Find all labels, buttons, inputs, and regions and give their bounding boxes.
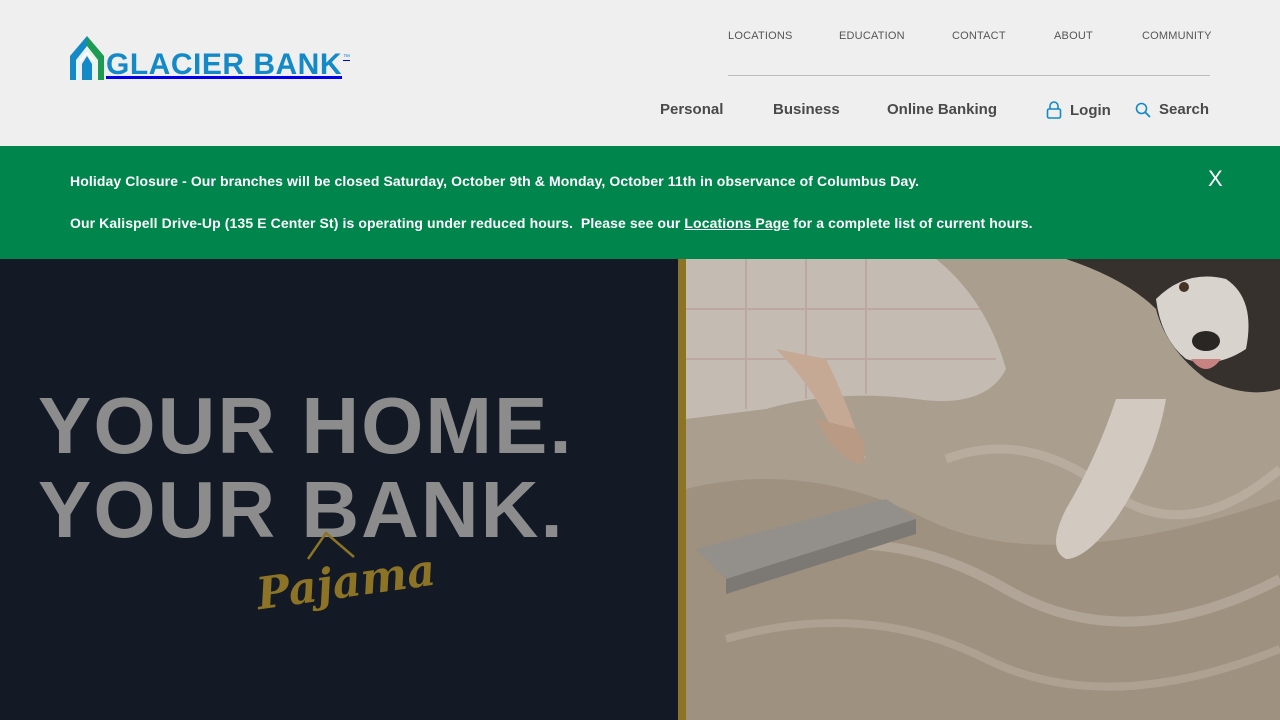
glacier-mountain-logo-icon [70, 36, 104, 80]
nav-search-label: Search [1159, 101, 1210, 118]
utility-nav: LOCATIONS EDUCATION CONTACT ABOUT COMMUN… [728, 30, 1212, 46]
alert-line-kalispell: Our Kalispell Drive-Up (135 E Center St)… [70, 215, 1033, 231]
holiday-alert-banner: Holiday Closure - Our branches will be c… [0, 146, 1280, 259]
main-nav: Personal Business Online Banking Login S… [0, 101, 1280, 123]
alert-line2-text: Our Kalispell Drive-Up (135 E Center St)… [70, 215, 685, 231]
logo-text: GLACIER BANK [106, 48, 342, 81]
hero-gold-divider [678, 259, 686, 720]
hero-photo [686, 259, 1280, 720]
utility-nav-contact[interactable]: CONTACT [952, 30, 1006, 42]
lock-icon [1046, 101, 1062, 119]
site-header: GLACIER BANK ™ LOCATIONS EDUCATION CONTA… [0, 0, 1280, 146]
alert-line2-suffix: for a complete list of current hours. [789, 215, 1033, 231]
hero-text-panel: YOUR HOME. YOUR BANK. Pajama [0, 259, 678, 720]
utility-nav-education[interactable]: EDUCATION [839, 30, 905, 42]
glacier-bank-logo[interactable]: GLACIER BANK ™ [70, 34, 350, 80]
nav-login-label: Login [1070, 101, 1111, 119]
nav-search[interactable]: Search [1135, 101, 1209, 118]
logo-trademark: ™ [343, 54, 350, 61]
alert-close-button[interactable]: X [1208, 168, 1223, 190]
nav-business[interactable]: Business [773, 101, 840, 118]
hero-headline-line1: YOUR HOME. [38, 381, 574, 470]
hero-script-text: Pajama [253, 544, 439, 621]
header-divider [728, 75, 1210, 76]
utility-nav-community[interactable]: COMMUNITY [1142, 30, 1212, 42]
search-icon [1135, 102, 1151, 118]
hero-banner[interactable]: YOUR HOME. YOUR BANK. Pajama [0, 259, 1280, 720]
nav-personal[interactable]: Personal [660, 101, 723, 118]
nav-online-banking[interactable]: Online Banking [887, 101, 997, 118]
alert-line-holiday: Holiday Closure - Our branches will be c… [70, 173, 920, 189]
nav-login[interactable]: Login [1046, 101, 1111, 119]
locations-page-link[interactable]: Locations Page [684, 215, 789, 231]
utility-nav-about[interactable]: ABOUT [1054, 30, 1093, 42]
utility-nav-locations[interactable]: LOCATIONS [728, 30, 793, 42]
photo-illustration [686, 259, 1280, 720]
